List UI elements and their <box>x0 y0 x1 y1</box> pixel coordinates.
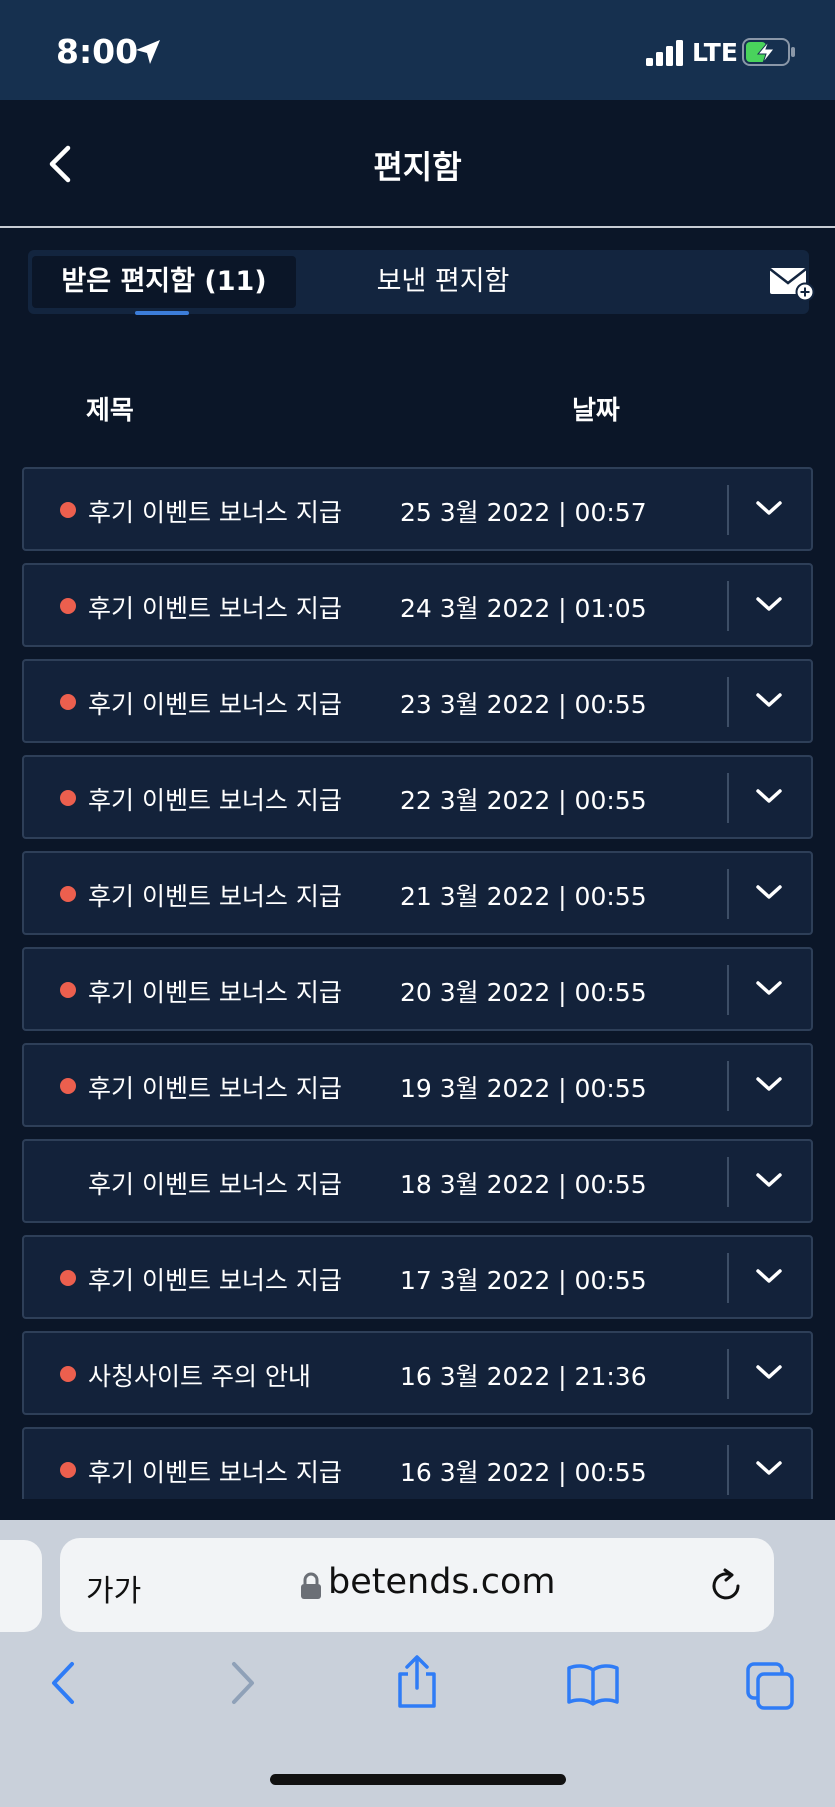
message-subject: 후기 이벤트 보너스 지급 <box>88 1266 342 1295</box>
message-date: 18 3월 2022 | 00:55 <box>400 1170 647 1199</box>
chevron-down-icon[interactable] <box>754 977 784 1001</box>
url-text: betends.com <box>328 1562 556 1602</box>
app-header: 편지함 <box>0 100 835 228</box>
unread-dot-icon <box>60 1462 76 1478</box>
reload-icon[interactable] <box>708 1568 744 1604</box>
message-subject: 후기 이벤트 보너스 지급 <box>88 786 342 815</box>
unread-dot-icon <box>60 502 76 518</box>
address-bar[interactable]: 가가 betends.com <box>60 1538 774 1632</box>
message-date: 22 3월 2022 | 00:55 <box>400 786 647 815</box>
message-date: 16 3월 2022 | 00:55 <box>400 1458 647 1487</box>
status-bar: 8:00 LTE <box>0 0 835 100</box>
message-row[interactable]: 후기 이벤트 보너스 지급 22 3월 2022 | 00:55 <box>22 755 813 839</box>
status-time: 8:00 <box>56 32 139 71</box>
message-row[interactable]: 후기 이벤트 보너스 지급 21 3월 2022 | 00:55 <box>22 851 813 935</box>
chevron-down-icon[interactable] <box>754 1361 784 1385</box>
chevron-down-icon[interactable] <box>754 1073 784 1097</box>
chevron-down-icon[interactable] <box>754 1457 784 1481</box>
tab-sent[interactable]: 보낸 편지함 <box>328 256 558 308</box>
row-divider <box>727 485 729 535</box>
tabs-icon[interactable] <box>746 1662 796 1712</box>
message-subject: 후기 이벤트 보너스 지급 <box>88 882 342 911</box>
message-row[interactable]: 후기 이벤트 보너스 지급 20 3월 2022 | 00:55 <box>22 947 813 1031</box>
row-divider <box>727 1253 729 1303</box>
message-row[interactable]: 후기 이벤트 보너스 지급 25 3월 2022 | 00:57 <box>22 467 813 551</box>
message-row[interactable]: 후기 이벤트 보너스 지급 17 3월 2022 | 00:55 <box>22 1235 813 1319</box>
mailbox-tabs: 받은 편지함 (11) 보낸 편지함 <box>28 250 815 315</box>
row-divider <box>727 1061 729 1111</box>
message-list: 후기 이벤트 보너스 지급 25 3월 2022 | 00:57 후기 이벤트 보너… <box>22 467 813 1499</box>
message-subject: 후기 이벤트 보너스 지급 <box>88 978 342 1007</box>
message-row[interactable]: 후기 이벤트 보너스 지급 23 3월 2022 | 00:55 <box>22 659 813 743</box>
chevron-down-icon[interactable] <box>754 881 784 905</box>
message-date: 17 3월 2022 | 00:55 <box>400 1266 647 1295</box>
message-row[interactable]: 후기 이벤트 보너스 지급 16 3월 2022 | 00:55 <box>22 1427 813 1499</box>
message-subject: 후기 이벤트 보너스 지급 <box>88 1170 342 1199</box>
text-size-button[interactable]: 가가 <box>86 1566 141 1610</box>
message-row[interactable]: 후기 이벤트 보너스 지급 24 3월 2022 | 01:05 <box>22 563 813 647</box>
signal-icon <box>646 40 683 66</box>
message-row[interactable]: 후기 이벤트 보너스 지급 18 3월 2022 | 00:55 <box>22 1139 813 1223</box>
row-divider <box>727 869 729 919</box>
tab-sent-label: 보낸 편지함 <box>376 266 510 297</box>
unread-dot-icon <box>60 982 76 998</box>
previous-tab-preview[interactable] <box>0 1540 42 1632</box>
message-row[interactable]: 후기 이벤트 보너스 지급 19 3월 2022 | 00:55 <box>22 1043 813 1127</box>
unread-dot-icon <box>60 790 76 806</box>
chevron-down-icon[interactable] <box>754 593 784 617</box>
unread-dot-icon <box>60 1366 76 1382</box>
message-date: 19 3월 2022 | 00:55 <box>400 1074 647 1103</box>
column-header-date: 날짜 <box>572 396 620 426</box>
unread-dot-icon <box>60 1270 76 1286</box>
row-divider <box>727 1157 729 1207</box>
message-subject: 후기 이벤트 보너스 지급 <box>88 498 342 527</box>
message-subject: 후기 이벤트 보너스 지급 <box>88 594 342 623</box>
row-divider <box>727 581 729 631</box>
unread-dot-icon <box>60 886 76 902</box>
message-date: 21 3월 2022 | 00:55 <box>400 882 647 911</box>
unread-dot-icon <box>60 598 76 614</box>
row-divider <box>727 1349 729 1399</box>
message-date: 20 3월 2022 | 00:55 <box>400 978 647 1007</box>
chevron-down-icon[interactable] <box>754 1169 784 1193</box>
browser-forward-icon[interactable] <box>228 1660 258 1706</box>
browser-toolbar: 가가 betends.com <box>0 1520 835 1807</box>
message-date: 16 3월 2022 | 21:36 <box>400 1362 647 1391</box>
row-divider <box>727 1445 729 1495</box>
chevron-down-icon[interactable] <box>754 689 784 713</box>
active-tab-indicator <box>135 311 189 315</box>
message-subject: 후기 이벤트 보너스 지급 <box>88 690 342 719</box>
unread-dot-icon <box>60 1078 76 1094</box>
message-date: 25 3월 2022 | 00:57 <box>400 498 647 527</box>
message-date: 24 3월 2022 | 01:05 <box>400 594 647 623</box>
browser-back-icon[interactable] <box>48 1660 78 1706</box>
battery-charging-icon <box>742 38 795 66</box>
lock-icon <box>301 1572 321 1599</box>
location-arrow-icon <box>136 40 160 64</box>
message-date: 23 3월 2022 | 00:55 <box>400 690 647 719</box>
row-divider <box>727 773 729 823</box>
unread-dot-icon <box>60 694 76 710</box>
chevron-down-icon[interactable] <box>754 497 784 521</box>
row-divider <box>727 965 729 1015</box>
message-subject: 사칭사이트 주의 안내 <box>88 1362 311 1391</box>
message-subject: 후기 이벤트 보너스 지급 <box>88 1458 342 1487</box>
bookmarks-icon[interactable] <box>566 1662 620 1706</box>
share-icon[interactable] <box>394 1654 440 1710</box>
network-type: LTE <box>692 38 738 67</box>
tab-inbox[interactable]: 받은 편지함 (11) <box>32 256 296 315</box>
compose-mail-icon[interactable] <box>768 264 816 302</box>
chevron-down-icon[interactable] <box>754 1265 784 1289</box>
tab-inbox-label: 받은 편지함 (11) <box>61 266 267 297</box>
column-header-subject: 제목 <box>86 396 134 426</box>
row-divider <box>727 677 729 727</box>
chevron-down-icon[interactable] <box>754 785 784 809</box>
home-indicator <box>270 1774 566 1785</box>
page-title: 편지함 <box>373 148 462 186</box>
message-subject: 후기 이벤트 보너스 지급 <box>88 1074 342 1103</box>
message-row[interactable]: 사칭사이트 주의 안내 16 3월 2022 | 21:36 <box>22 1331 813 1415</box>
